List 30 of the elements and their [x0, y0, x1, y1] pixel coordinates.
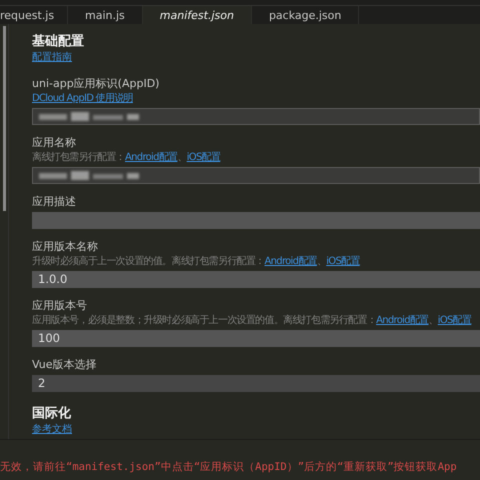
section-heading: 国际化 — [32, 405, 71, 422]
help-link[interactable]: Android配置 — [125, 152, 178, 163]
field-label: uni-app应用标识(AppID) — [32, 76, 160, 91]
editor-tab[interactable]: request.js — [0, 6, 68, 24]
guide-link[interactable]: 参考文档 — [32, 422, 72, 436]
editor-tab[interactable]: manifest.json — [142, 6, 252, 24]
help-link[interactable]: Android配置 — [376, 315, 428, 326]
field-label: 应用描述 — [32, 194, 76, 209]
field-hint: 离线打包需另行配置：Android配置、iOS配置 — [32, 150, 220, 164]
input-field[interactable] — [32, 108, 480, 125]
console-error: 无效，请前往“manifest.json”中点击“应用标识（AppID）”后方的“重新获取”按钮获取App — [0, 460, 457, 474]
field-label: Vue版本选择 — [32, 357, 97, 372]
help-link[interactable]: iOS配置 — [438, 315, 472, 326]
input-field[interactable] — [32, 167, 480, 184]
field-label: 应用名称 — [32, 135, 76, 150]
section-heading: 基础配置 — [32, 33, 84, 50]
field-hint: 应用版本号，必须是整数；升级时必须高于上一次设置的值。离线打包需另行配置：Android配置、iOS配置 — [32, 314, 472, 327]
field-label: 应用版本名称 — [32, 239, 98, 254]
help-link[interactable]: iOS配置 — [326, 256, 360, 267]
input-field[interactable] — [32, 212, 480, 229]
input-field[interactable]: 1.0.0 — [32, 271, 480, 288]
input-field[interactable]: 100 — [32, 330, 480, 347]
help-link[interactable]: iOS配置 — [186, 152, 220, 163]
field-hint: 升级时必须高于上一次设置的值。离线打包需另行配置：Android配置、iOS配置 — [32, 254, 360, 268]
scrollbar[interactable] — [2, 26, 6, 211]
help-link[interactable]: DCloud AppID 使用说明 — [32, 93, 133, 104]
field-label: 应用版本号 — [32, 298, 87, 313]
guide-link[interactable]: 配置指南 — [32, 50, 72, 64]
help-link[interactable]: Android配置 — [264, 256, 317, 267]
select-field[interactable]: 2 — [32, 375, 480, 392]
